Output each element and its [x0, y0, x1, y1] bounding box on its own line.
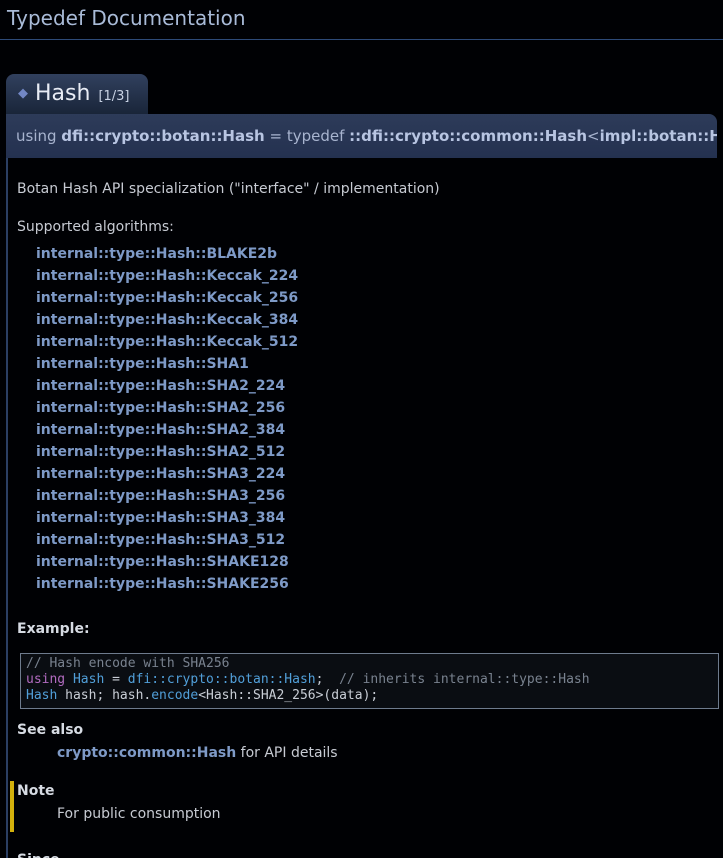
algorithm-link[interactable]: internal::type::Hash::SHA1 [36, 356, 249, 372]
code-text: ; [316, 672, 339, 687]
code-comment: // Hash encode with SHA256 [26, 656, 230, 671]
algorithm-link[interactable]: internal::type::Hash::SHA3_384 [36, 510, 285, 526]
example-section: Example: [17, 621, 721, 637]
member-documentation: Botan Hash API specialization ("interfac… [6, 158, 723, 858]
proto-template-open: < [587, 127, 600, 145]
algorithm-link[interactable]: internal::type::Hash::SHAKE128 [36, 554, 289, 570]
supported-algorithms-label: Supported algorithms: [17, 219, 721, 235]
see-also-content: crypto::common::Hash for API details [57, 745, 721, 761]
note-section: Note For public consumption [10, 781, 721, 832]
code-line: Hash hash; hash.encode<Hash::SHA2_256>(d… [26, 688, 713, 704]
code-text: = [104, 672, 127, 687]
list-item: internal::type::Hash::SHA2_384 [17, 419, 721, 441]
proto-using-keyword: using [16, 127, 61, 145]
algorithm-link[interactable]: internal::type::Hash::SHAKE256 [36, 576, 289, 592]
code-line: using Hash = dfi::crypto::botan::Hash; /… [26, 672, 713, 688]
list-item: internal::type::Hash::SHA3_512 [17, 529, 721, 551]
code-line: // Hash encode with SHA256 [26, 656, 713, 672]
algorithm-link[interactable]: internal::type::Hash::SHA2_512 [36, 444, 285, 460]
proto-typedef-name: dfi::crypto::botan::Hash [61, 127, 264, 145]
supported-algorithms-list: internal::type::Hash::BLAKE2b internal::… [17, 243, 721, 595]
list-item: internal::type::Hash::Keccak_256 [17, 287, 721, 309]
typedef-documentation-page: Typedef Documentation ◆ Hash [1/3] using d… [0, 0, 723, 858]
algorithm-link[interactable]: internal::type::Hash::SHA3_224 [36, 466, 285, 482]
member-name: Hash [35, 81, 90, 106]
note-label: Note [17, 783, 721, 799]
code-comment: // inherits internal::type::Hash [339, 672, 589, 687]
list-item: internal::type::Hash::SHA2_224 [17, 375, 721, 397]
list-item: internal::type::Hash::SHA1 [17, 353, 721, 375]
list-item: internal::type::Hash::SHAKE256 [17, 573, 721, 595]
list-item: internal::type::Hash::SHA2_256 [17, 397, 721, 419]
list-item: internal::type::Hash::SHA3_224 [17, 463, 721, 485]
list-item: internal::type::Hash::SHA3_256 [17, 485, 721, 507]
proto-equals-typedef: = typedef [265, 127, 349, 145]
since-section: Since docker-finance 1.0.0 [17, 852, 721, 858]
code-text: <Hash::SHA2_256>(data); [198, 688, 378, 703]
algorithm-link[interactable]: internal::type::Hash::SHA3_256 [36, 488, 285, 504]
code-link-botan-hash[interactable]: dfi::crypto::botan::Hash [128, 672, 316, 687]
typedef-hash-member: ◆Hash[1/3] using dfi::crypto::botan::Has… [0, 40, 723, 858]
member-overload-index: [1/3] [98, 89, 129, 104]
see-also-text: for API details [236, 745, 337, 761]
see-also-section: See also crypto::common::Hash for API de… [17, 722, 721, 761]
proto-template-arg: impl::botan::Hash [600, 127, 717, 145]
algorithm-link[interactable]: internal::type::Hash::BLAKE2b [36, 246, 277, 262]
algorithm-link[interactable]: internal::type::Hash::SHA2_256 [36, 400, 285, 416]
code-block: // Hash encode with SHA256 using Hash = … [20, 653, 719, 709]
algorithm-link[interactable]: internal::type::Hash::SHA2_384 [36, 422, 285, 438]
member-prototype: using dfi::crypto::botan::Hash = typedef… [6, 114, 717, 158]
member-title-tab: ◆ Hash [1/3] [6, 74, 148, 114]
list-item: internal::type::Hash::Keccak_224 [17, 265, 721, 287]
list-item: internal::type::Hash::SHAKE128 [17, 551, 721, 573]
algorithm-link[interactable]: internal::type::Hash::Keccak_224 [36, 268, 298, 284]
algorithm-link[interactable]: internal::type::Hash::SHA3_512 [36, 532, 285, 548]
page-title: Typedef Documentation [0, 0, 723, 40]
algorithm-link[interactable]: internal::type::Hash::Keccak_384 [36, 312, 298, 328]
algorithm-link[interactable]: internal::type::Hash::Keccak_512 [36, 334, 298, 350]
list-item: internal::type::Hash::Keccak_384 [17, 309, 721, 331]
list-item: internal::type::Hash::Keccak_512 [17, 331, 721, 353]
code-link-encode[interactable]: encode [151, 688, 198, 703]
see-also-label: See also [17, 722, 721, 738]
algorithm-link[interactable]: internal::type::Hash::Keccak_256 [36, 290, 298, 306]
code-link-hash[interactable]: Hash [73, 672, 104, 687]
since-label: Since [17, 852, 721, 858]
code-keyword: using [26, 672, 73, 687]
list-item: internal::type::Hash::SHA3_384 [17, 507, 721, 529]
note-content: For public consumption [57, 806, 721, 822]
code-text: hash; hash. [57, 688, 151, 703]
permalink-diamond-icon[interactable]: ◆ [18, 86, 28, 101]
list-item: internal::type::Hash::SHA2_512 [17, 441, 721, 463]
code-link-hash[interactable]: Hash [26, 688, 57, 703]
member-description: Botan Hash API specialization ("interfac… [17, 181, 721, 197]
list-item: internal::type::Hash::BLAKE2b [17, 243, 721, 265]
algorithm-link[interactable]: internal::type::Hash::SHA2_224 [36, 378, 285, 394]
proto-base-type: ::dfi::crypto::common::Hash [349, 127, 587, 145]
see-also-link[interactable]: crypto::common::Hash [57, 745, 236, 761]
example-label: Example: [17, 621, 721, 637]
